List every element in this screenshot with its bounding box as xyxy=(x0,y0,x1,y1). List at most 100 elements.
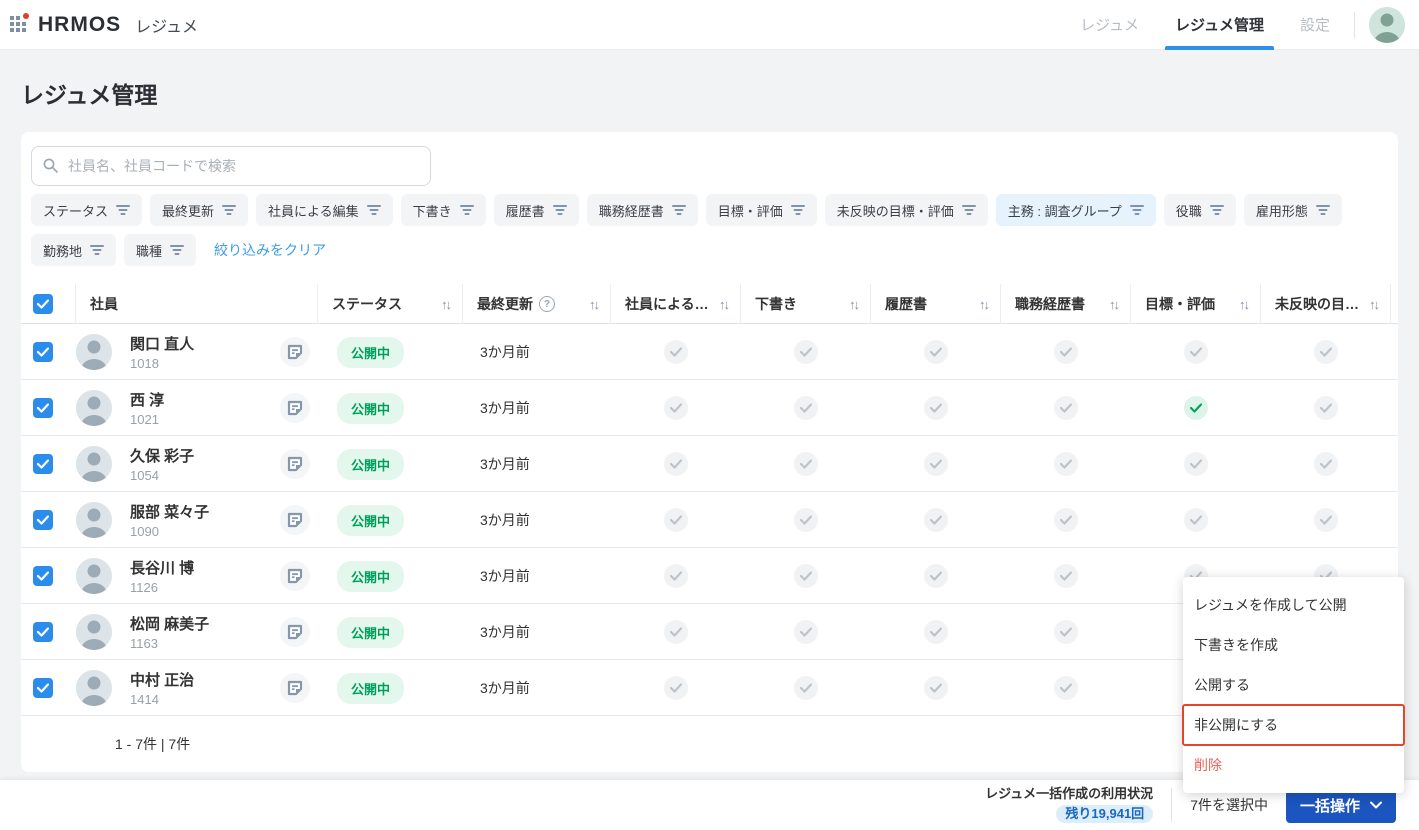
table-header: 社員 ステータス ↑↓ 最終更新 ? ↑↓ 社員による編集 ↑↓ 下書き ↑↓ … xyxy=(21,284,1398,324)
top-nav: レジュメ レジュメ管理 設定 xyxy=(1062,0,1348,50)
filter-chip[interactable]: 勤務地 xyxy=(31,234,117,266)
last-updated: 3か月前 xyxy=(480,456,530,472)
col-spacer xyxy=(1391,284,1398,324)
memo-icon[interactable] xyxy=(280,561,310,591)
row-checkbox[interactable] xyxy=(33,510,53,530)
filter-chip[interactable]: 職種 xyxy=(124,234,197,266)
hrmos-logo[interactable]: HRMOS レジュメ xyxy=(10,12,199,37)
filter-chip-label: 最終更新 xyxy=(162,203,215,219)
employee-code: 1090 xyxy=(130,524,159,539)
bulk-menu-item[interactable]: 下書きを作成 xyxy=(1183,625,1404,665)
check-unreflected xyxy=(1314,396,1338,420)
employee-code: 1163 xyxy=(130,636,158,651)
search-input[interactable] xyxy=(31,146,431,186)
check-draft xyxy=(794,676,818,700)
sort-icon[interactable]: ↑↓ xyxy=(843,297,860,312)
status-badge: 公開中 xyxy=(337,560,405,592)
filter-chip-label: 未反映の目標・評価 xyxy=(836,203,954,219)
check-shokumu xyxy=(1054,340,1078,364)
sort-icon[interactable]: ↑↓ xyxy=(1233,297,1250,312)
filter-chip[interactable]: 最終更新 xyxy=(150,194,249,226)
select-all-checkbox[interactable] xyxy=(33,294,53,314)
check-rirekisho xyxy=(924,564,948,588)
sort-icon[interactable]: ↑↓ xyxy=(1363,297,1380,312)
employee-avatar xyxy=(76,502,112,538)
memo-icon[interactable] xyxy=(280,337,310,367)
employee-name: 服部 菜々子 xyxy=(130,504,210,521)
person-icon xyxy=(1369,6,1405,43)
user-avatar[interactable] xyxy=(1369,6,1405,43)
sort-icon[interactable]: ↑↓ xyxy=(973,297,990,312)
employee-code: 1054 xyxy=(130,468,159,483)
row-checkbox[interactable] xyxy=(33,454,53,474)
nav-item[interactable]: レジュメ管理 xyxy=(1157,0,1282,50)
person-icon xyxy=(76,390,112,426)
product-name: レジュメ xyxy=(135,18,199,36)
filter-chip-label: 職種 xyxy=(136,243,163,259)
col-unreflected-goals: 未反映の目標・評価 ↑↓ xyxy=(1261,284,1391,324)
memo-icon[interactable] xyxy=(280,673,310,703)
status-badge: 公開中 xyxy=(337,672,405,704)
check-shokumu xyxy=(1054,396,1078,420)
memo-icon[interactable] xyxy=(280,393,310,423)
nav-item[interactable]: 設定 xyxy=(1282,0,1348,50)
bulk-action-menu: レジュメを作成して公開 下書きを作成 公開する 非公開にする 削除 xyxy=(1182,577,1405,793)
row-checkbox[interactable] xyxy=(33,566,53,586)
sort-icon[interactable]: ↑↓ xyxy=(435,297,452,312)
filter-chip[interactable]: ステータス xyxy=(31,194,143,226)
bulk-menu-item[interactable]: 削除 xyxy=(1183,745,1404,785)
employee-code: 1126 xyxy=(130,580,158,595)
table-row[interactable]: 西 淳 1021 公開中 3か月前 xyxy=(21,380,1398,436)
sort-icon[interactable]: ↑↓ xyxy=(713,297,730,312)
col-rirekisho: 履歴書 ↑↓ xyxy=(871,284,1001,324)
filter-chip[interactable]: 下書き xyxy=(400,194,486,226)
help-icon[interactable]: ? xyxy=(539,296,555,312)
memo-icon[interactable] xyxy=(280,505,310,535)
chevron-down-icon xyxy=(1370,801,1382,809)
filter-chip[interactable]: 未反映の目標・評価 xyxy=(824,194,988,226)
filter-chip[interactable]: 目標・評価 xyxy=(705,194,817,226)
filter-chip[interactable]: 役職 xyxy=(1163,194,1236,226)
filter-chip[interactable]: 社員による編集 xyxy=(256,194,393,226)
employee-code: 1018 xyxy=(130,356,159,371)
row-checkbox[interactable] xyxy=(33,678,53,698)
table-row[interactable]: 久保 彩子 1054 公開中 3か月前 xyxy=(21,436,1398,492)
row-checkbox[interactable] xyxy=(33,342,53,362)
nav-item[interactable]: レジュメ xyxy=(1062,0,1157,50)
person-icon xyxy=(76,614,112,650)
row-checkbox[interactable] xyxy=(33,398,53,418)
employee-cell: 松岡 麻美子 1163 xyxy=(76,604,318,660)
bulk-menu-item[interactable]: 公開する xyxy=(1183,665,1404,705)
bulk-menu-item[interactable]: レジュメを作成して公開 xyxy=(1183,585,1404,625)
filter-chips-row1: ステータス 最終更新 社員による編集 下書き 履歴書 職務経歴書 目標・評価 未… xyxy=(31,194,1388,226)
sort-icon[interactable]: ↑↓ xyxy=(1103,297,1120,312)
sort-icon[interactable]: ↑↓ xyxy=(583,297,600,312)
status-badge: 公開中 xyxy=(337,448,405,480)
person-icon xyxy=(76,334,112,370)
table-row[interactable]: 関口 直人 1018 公開中 3か月前 xyxy=(21,324,1398,380)
filter-chip[interactable]: 職務経歴書 xyxy=(586,194,698,226)
check-draft xyxy=(794,620,818,644)
memo-icon[interactable] xyxy=(280,617,310,647)
filter-icon xyxy=(170,245,185,255)
filter-chip[interactable]: 履歴書 xyxy=(493,194,579,226)
check-employee-edit xyxy=(664,396,688,420)
search-icon xyxy=(42,157,59,179)
check-draft xyxy=(794,396,818,420)
filter-chips-row2: 勤務地 職種 絞り込みをクリア xyxy=(31,234,1388,266)
filter-chip[interactable]: 雇用形態 xyxy=(1243,194,1342,226)
table-row[interactable]: 服部 菜々子 1090 公開中 3か月前 xyxy=(21,492,1398,548)
col-employee-edit: 社員による編集 ↑↓ xyxy=(611,284,741,324)
memo-icon[interactable] xyxy=(280,449,310,479)
bulk-menu-item[interactable]: 非公開にする xyxy=(1182,704,1405,746)
clear-filters-link[interactable]: 絞り込みをクリア xyxy=(214,240,326,260)
filter-chip[interactable]: 主務 : 調査グループ xyxy=(995,194,1156,226)
check-rirekisho xyxy=(924,340,948,364)
footer-divider xyxy=(1171,788,1173,822)
employee-name: 中村 正治 xyxy=(130,672,195,689)
row-checkbox[interactable] xyxy=(33,622,53,642)
employee-name: 長谷川 博 xyxy=(130,560,195,577)
check-rirekisho xyxy=(924,452,948,476)
filter-icon xyxy=(222,205,237,215)
col-shokumu-keirekisho: 職務経歴書 ↑↓ xyxy=(1001,284,1131,324)
